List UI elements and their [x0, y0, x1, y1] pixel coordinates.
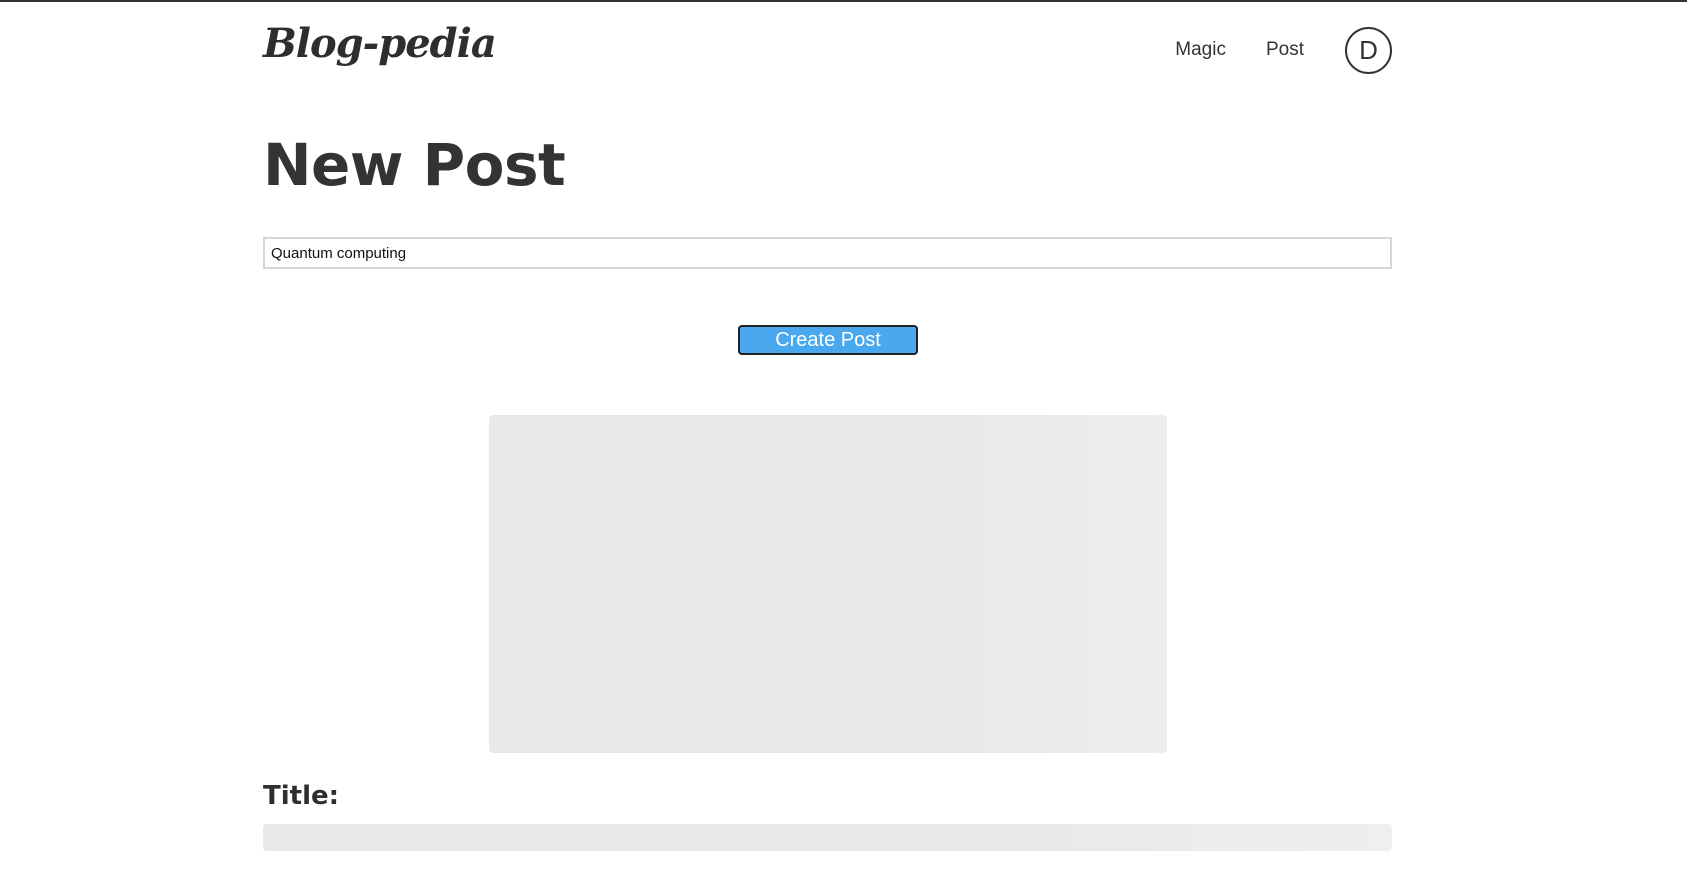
- nav-link-magic[interactable]: Magic: [1175, 39, 1226, 61]
- topic-input[interactable]: [263, 237, 1392, 269]
- title-label: Title:: [263, 781, 340, 811]
- page-title: New Post: [263, 131, 566, 199]
- nav-link-post[interactable]: Post: [1266, 39, 1304, 61]
- page-container: Blog-pedia Magic Post D New Post Create …: [263, 0, 1392, 884]
- main-nav: Magic Post D: [1175, 26, 1392, 74]
- title-loading-placeholder: [263, 824, 1392, 851]
- site-logo[interactable]: Blog-pedia: [263, 24, 497, 64]
- create-post-button[interactable]: Create Post: [738, 325, 918, 355]
- user-avatar[interactable]: D: [1345, 26, 1392, 74]
- image-loading-placeholder: [489, 415, 1167, 753]
- site-header: Blog-pedia Magic Post D: [263, 0, 1392, 100]
